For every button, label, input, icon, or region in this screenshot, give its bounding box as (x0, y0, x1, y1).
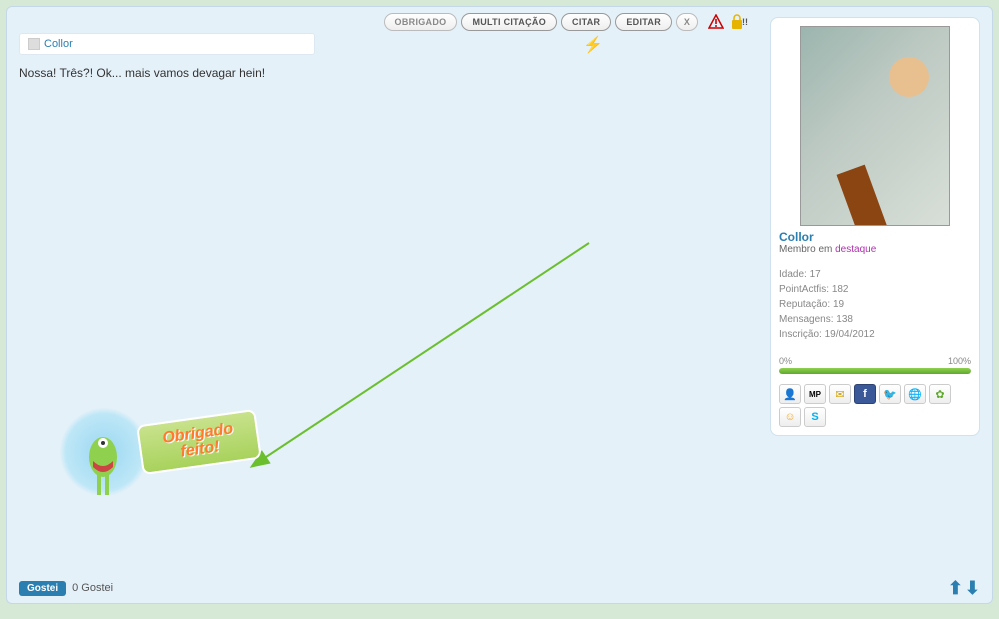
monster-icon (83, 427, 133, 497)
msg-label: Mensagens: (779, 314, 836, 325)
post-container: OBRIGADO MULTI CITAÇÃO CITAR EDITAR X !!… (6, 6, 993, 604)
like-button[interactable]: Gostei (19, 581, 66, 596)
editar-button[interactable]: EDITAR (615, 13, 672, 31)
quote-box: Collor (19, 33, 315, 55)
rep-label: Reputação: (779, 299, 833, 310)
down-arrow-icon[interactable]: ⬇ (965, 578, 980, 599)
age-label: Idade: (779, 269, 810, 280)
like-box: Gostei 0 Gostei (19, 581, 113, 596)
msg-value: 138 (836, 314, 853, 325)
user-stats: Idade: 17 PointActfis: 182 Reputação: 19… (779, 267, 971, 342)
pm-icon[interactable]: MP (804, 384, 826, 404)
msn-icon[interactable]: ✿ (929, 384, 951, 404)
insc-label: Inscrição: (779, 329, 825, 340)
points-label: PointActfis: (779, 284, 832, 295)
progress-max: 100% (948, 356, 971, 366)
quote-author-link[interactable]: Collor (44, 38, 73, 50)
progress-fill (779, 368, 971, 374)
progress-labels: 0% 100% (779, 356, 971, 366)
report-icon[interactable] (708, 14, 724, 30)
user-avatar[interactable] (800, 26, 950, 226)
close-button[interactable]: X (676, 13, 698, 31)
facebook-icon[interactable]: f (854, 384, 876, 404)
thanks-badge: Obrigado feito! (59, 387, 259, 507)
profile-icon[interactable]: 👤 (779, 384, 801, 404)
mood-icon[interactable]: ☺ (779, 407, 801, 427)
progress-bar (779, 368, 971, 374)
rep-value: 19 (833, 299, 844, 310)
username-link[interactable]: Collor (779, 230, 971, 244)
quote-icon (28, 38, 40, 50)
multi-citacao-button[interactable]: MULTI CITAÇÃO (461, 13, 557, 31)
svg-text:!!: !! (742, 17, 748, 27)
up-arrow-icon[interactable]: ⬆ (948, 578, 963, 599)
badge-line2: feito! (180, 439, 221, 460)
like-count: 0 Gostei (72, 582, 113, 594)
progress-min: 0% (779, 356, 792, 366)
post-text: Nossa! Três?! Ok... mais vamos devagar h… (19, 65, 754, 82)
badge-text: Obrigado feito! (136, 409, 262, 475)
age-value: 17 (810, 269, 821, 280)
skype-icon[interactable]: S (804, 407, 826, 427)
obrigado-button[interactable]: OBRIGADO (384, 13, 458, 31)
insc-value: 19/04/2012 (825, 329, 875, 340)
twitter-icon[interactable]: 🐦 (879, 384, 901, 404)
user-title: Membro em destaque (779, 244, 971, 255)
user-panel: Collor Membro em destaque Idade: 17 Poin… (770, 17, 980, 436)
post-footer: Gostei 0 Gostei ⬆ ⬇ (7, 573, 992, 603)
post-actions-bar: OBRIGADO MULTI CITAÇÃO CITAR EDITAR X !! (374, 7, 760, 35)
nav-arrows: ⬆ ⬇ (948, 578, 980, 599)
website-icon[interactable]: 🌐 (904, 384, 926, 404)
post-body: Collor Nossa! Três?! Ok... mais vamos de… (19, 33, 754, 567)
citar-button[interactable]: CITAR (561, 13, 611, 31)
lock-icon[interactable]: !! (730, 14, 750, 30)
user-title-prefix: Membro em (779, 244, 835, 255)
user-title-highlight: destaque (835, 244, 876, 255)
email-icon[interactable]: ✉ (829, 384, 851, 404)
arrow-annotation (249, 233, 599, 473)
social-icons: 👤 MP ✉ f 🐦 🌐 ✿ ☺ S (779, 384, 971, 427)
points-value: 182 (832, 284, 849, 295)
